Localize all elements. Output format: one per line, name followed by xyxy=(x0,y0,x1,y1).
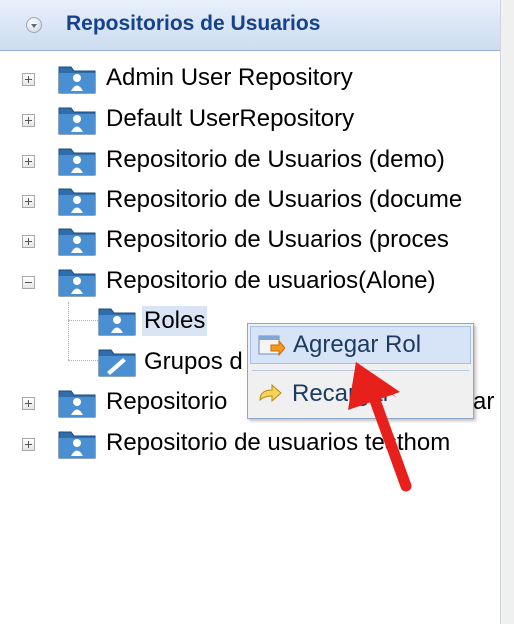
roles-folder-icon xyxy=(98,308,136,336)
menu-separator xyxy=(252,370,469,371)
expand-icon[interactable] xyxy=(22,155,35,168)
tree-node-label: Repositorio xyxy=(106,388,228,415)
tree-node-label: Repositorio de Usuarios (proces xyxy=(106,226,449,253)
menu-item-reload[interactable]: Recargar xyxy=(250,376,471,414)
tree-node-repository[interactable]: Repositorio de Usuarios (demo) xyxy=(0,142,500,180)
collapse-icon[interactable] xyxy=(26,17,42,33)
user-folder-icon xyxy=(58,188,96,216)
panel-title: Repositorios de Usuarios xyxy=(66,12,321,35)
user-folder-icon xyxy=(58,66,96,94)
expand-icon[interactable] xyxy=(22,397,35,410)
tree-node-label: Repositorio de usuarios(Alone) xyxy=(106,267,436,294)
tree-node-label: Default UserRepository xyxy=(106,105,355,132)
tree-node-label: Repositorio de Usuarios (docume xyxy=(106,186,463,213)
user-folder-icon xyxy=(58,148,96,176)
menu-item-label: Recargar xyxy=(292,380,391,407)
context-menu: Agregar Rol Recargar xyxy=(247,323,474,419)
reload-icon xyxy=(259,383,282,403)
tree-node-label-tail: ar xyxy=(473,388,495,415)
tree-node-repository[interactable]: Default UserRepository xyxy=(0,101,500,139)
collapse-node-icon[interactable] xyxy=(22,276,35,289)
user-repositories-panel: Repositorios de Usuarios Admin User Repo… xyxy=(0,0,501,624)
tree-node-repository[interactable]: Repositorio de Usuarios (docume xyxy=(0,182,500,220)
tree-node-repository[interactable]: Repositorio de usuarios(Alone) xyxy=(0,263,500,301)
tree-node-label: Admin User Repository xyxy=(106,64,353,91)
menu-item-label: Agregar Rol xyxy=(293,331,422,358)
expand-icon[interactable] xyxy=(22,438,35,451)
tree-node-label: Grupos d xyxy=(144,348,243,375)
user-folder-icon xyxy=(58,228,96,256)
add-role-icon xyxy=(258,335,285,357)
tree-node-label: Repositorio de Usuarios (demo) xyxy=(106,146,445,173)
tree-node-groups[interactable]: Grupos d xyxy=(0,343,250,381)
panel-header: Repositorios de Usuarios xyxy=(0,0,500,51)
menu-item-add-role[interactable]: Agregar Rol xyxy=(250,326,471,364)
tree-node-repository[interactable]: Admin User Repository xyxy=(0,60,500,98)
expand-icon[interactable] xyxy=(22,114,35,127)
tree-node-repository[interactable]: Repositorio de usuarios testhom xyxy=(0,425,500,463)
vertical-scrollbar[interactable] xyxy=(500,0,514,624)
expand-icon[interactable] xyxy=(22,195,35,208)
expand-icon[interactable] xyxy=(22,73,35,86)
tree-node-repository[interactable]: Repositorio de Usuarios (proces xyxy=(0,222,500,260)
expand-icon[interactable] xyxy=(22,235,35,248)
user-folder-icon xyxy=(58,269,96,297)
user-folder-icon xyxy=(58,390,96,418)
user-folder-icon xyxy=(58,107,96,135)
tree-node-label: Roles xyxy=(142,306,208,336)
tree-node-label: Repositorio de usuarios testhom xyxy=(106,429,451,456)
user-folder-icon xyxy=(58,431,96,459)
groups-folder-icon xyxy=(98,349,136,377)
